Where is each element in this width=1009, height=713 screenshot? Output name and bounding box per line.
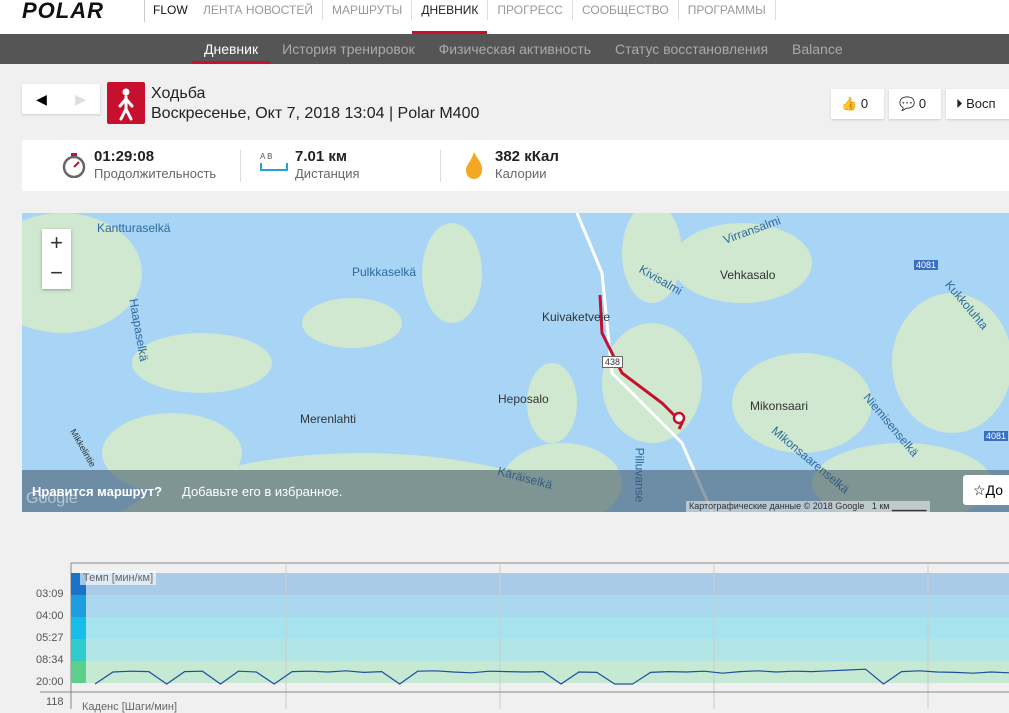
road-badge: 438	[602, 356, 624, 368]
route-map[interactable]: + − Kantturaselkä Pulkkaselkä Haapaselkä…	[22, 213, 1009, 512]
distance-label: Дистанция	[295, 166, 360, 181]
nav-routes[interactable]: МАРШРУТЫ	[323, 0, 413, 20]
y-tick: 20:00	[36, 676, 64, 688]
play-icon: ⏵	[956, 96, 963, 111]
pace-zone-marker	[71, 661, 86, 683]
calories-label: Калории	[495, 166, 547, 181]
pace-zone-band	[71, 595, 1009, 617]
distance-icon-text: A B	[260, 152, 273, 161]
pace-zone-band	[71, 617, 1009, 639]
y-tick: 08:34	[36, 654, 64, 666]
nav-programs[interactable]: ПРОГРАММЫ	[679, 0, 776, 20]
session-nav: ◀ ▶	[22, 84, 100, 114]
map-label: Heposalo	[498, 392, 549, 406]
main-nav: ЛЕНТА НОВОСТЕЙ МАРШРУТЫ ДНЕВНИК ПРОГРЕСС…	[194, 0, 776, 34]
distance-value: 7.01 км	[295, 148, 347, 165]
like-count: 0	[860, 96, 869, 111]
pace-zone-marker	[71, 617, 86, 639]
map-label: Kantturaselkä	[97, 221, 171, 235]
distance-icon: A B	[260, 152, 288, 178]
banner-text: Добавьте его в избранное.	[182, 484, 343, 499]
zoom-out-button[interactable]: −	[42, 259, 71, 289]
map-label: Vehkasalo	[720, 268, 776, 282]
pace-series-label: Темп [мин/км]	[80, 571, 157, 585]
thumbs-up-icon: 👍	[841, 96, 858, 111]
duration-label: Продолжительность	[94, 166, 217, 181]
subnav-recovery[interactable]: Статус восстановления	[603, 34, 780, 64]
map-terrain	[22, 213, 1009, 512]
pace-zone-band	[71, 573, 1009, 595]
flow-label: FLOW	[144, 0, 188, 22]
comment-count: 0	[918, 96, 927, 111]
distance-stat: 7.01 км Дистанция	[295, 148, 360, 183]
replay-label: Восп	[966, 96, 996, 111]
cadence-series-label: Каденс [Шаги/мин]	[82, 701, 177, 713]
subnav-history[interactable]: История тренировок	[270, 34, 426, 64]
map-label: Kuivaketvele	[542, 310, 611, 324]
map-label: Pulkkaselkä	[352, 265, 417, 279]
credit-text: Картографические данные © 2018 Google	[689, 501, 865, 511]
map-label: Mikonsaari	[750, 399, 809, 413]
pace-zone-marker	[71, 639, 86, 661]
map-label: Merenlahti	[300, 412, 357, 426]
subnav-activity[interactable]: Физическая активность	[427, 34, 603, 64]
prev-arrow-icon[interactable]: ◀	[22, 84, 61, 114]
divider	[440, 150, 441, 182]
subnav-balance[interactable]: Balance	[780, 34, 855, 64]
y-tick: 03:09	[36, 588, 64, 600]
map-zoom-control: + −	[42, 229, 71, 289]
summary-stats: 01:29:08 Продолжительность A B 7.01 км Дис…	[22, 140, 1009, 191]
nav-news[interactable]: ЛЕНТА НОВОСТЕЙ	[194, 0, 323, 20]
next-arrow-icon[interactable]: ▶	[61, 84, 100, 114]
replay-button[interactable]: ⏵ Восп	[946, 89, 1009, 119]
pace-zone-marker	[71, 595, 86, 617]
nav-progress[interactable]: ПРОГРЕСС	[488, 0, 573, 20]
y-tick: 05:27	[36, 632, 64, 644]
map-credit: Картографические данные © 2018 Google 1 …	[686, 501, 930, 512]
session-subtitle: Воскресенье, Окт 7, 2018 13:04 | Polar M…	[151, 105, 480, 122]
add-favorite-button[interactable]: ☆До	[963, 475, 1009, 505]
comment-button[interactable]: 💬 0	[889, 89, 941, 119]
like-button[interactable]: 👍 0	[831, 89, 884, 119]
map-scale: 1 км	[871, 501, 890, 511]
banner-question: Нравится маршрут?	[32, 484, 163, 499]
nav-diary[interactable]: ДНЕВНИК	[412, 0, 489, 34]
pace-chart[interactable]: Темп [мин/км] 03:09 04:00 05:27 08:34 20…	[0, 560, 1009, 713]
walking-icon	[107, 82, 145, 124]
star-icon: ☆	[973, 482, 986, 498]
road-badge: 4081	[984, 431, 1009, 441]
nav-community[interactable]: СООБЩЕСТВО	[573, 0, 679, 20]
polar-logo[interactable]: POLAR	[22, 0, 104, 24]
divider	[240, 150, 241, 182]
sport-title: Ходьба	[151, 85, 206, 102]
road-badge: 4081	[914, 260, 939, 270]
pace-zone-band	[71, 639, 1009, 661]
duration-stat: 01:29:08 Продолжительность	[94, 148, 216, 183]
calories-value: 382 кКал	[495, 148, 559, 165]
y-tick: 04:00	[36, 610, 64, 622]
comment-icon: 💬	[899, 96, 916, 111]
subnav-diary[interactable]: Дневник	[192, 34, 271, 64]
stopwatch-icon	[62, 152, 86, 179]
calories-stat: 382 кКал Калории	[495, 148, 559, 183]
sub-nav: Дневник История тренировок Физическая ак…	[0, 34, 1009, 64]
flame-icon	[464, 150, 484, 185]
top-bar: POLAR FLOW ЛЕНТА НОВОСТЕЙ МАРШРУТЫ ДНЕВН…	[0, 0, 1009, 34]
favorite-label: До	[985, 482, 1003, 498]
cadence-tick: 118	[46, 696, 64, 708]
duration-value: 01:29:08	[94, 148, 155, 165]
zoom-in-button[interactable]: +	[42, 229, 71, 259]
